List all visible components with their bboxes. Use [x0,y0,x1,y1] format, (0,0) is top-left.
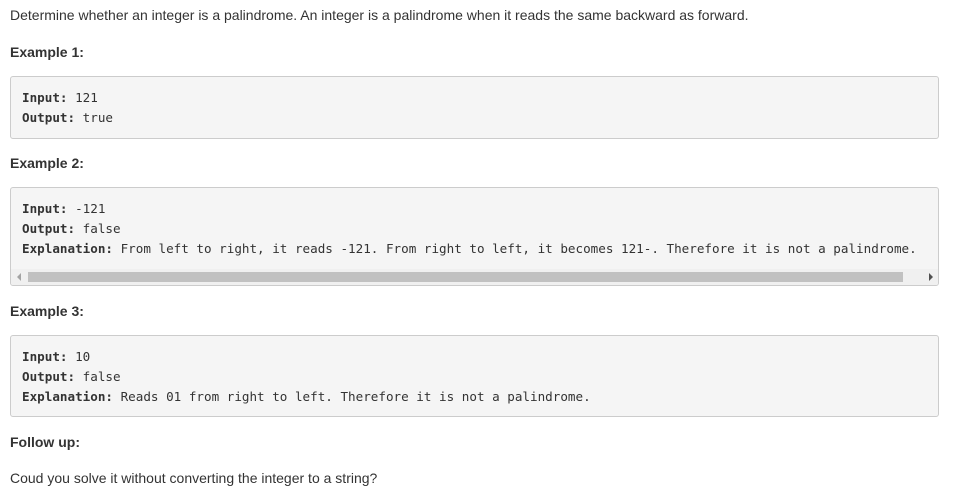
problem-page: Determine whether an integer is a palind… [0,0,954,500]
output-value: false [75,369,121,384]
example-3-code-block: Input: 10 Output: false Explanation: Rea… [10,335,939,417]
example-3-title: Example 3: [10,303,84,319]
input-label: Input: [22,201,68,216]
example-1-code-block: Input: 121 Output: true [10,76,939,139]
example-2-explanation-line: Explanation: From left to right, it read… [22,241,917,257]
followup-text: Coud you solve it without converting the… [10,470,378,486]
explanation-label: Explanation: [22,241,113,256]
explanation-value: From left to right, it reads -121. From … [113,241,917,256]
example-1-output-line: Output: true [22,110,113,126]
input-value: 121 [67,90,98,105]
example-3-explanation-line: Explanation: Reads 01 from right to left… [22,389,591,405]
example-2-code-block[interactable]: Input: -121 Output: false Explanation: F… [10,187,939,286]
horizontal-scrollbar[interactable] [11,269,938,285]
explanation-value: Reads 01 from right to left. Therefore i… [113,389,591,404]
example-3-output-line: Output: false [22,369,121,385]
input-label: Input: [22,349,68,364]
output-label: Output: [22,110,76,125]
scrollbar-thumb[interactable] [28,272,903,282]
scroll-right-arrow-icon[interactable] [929,273,933,281]
output-value: false [75,221,121,236]
explanation-label: Explanation: [22,389,113,404]
input-value: 10 [67,349,91,364]
input-label: Input: [22,90,68,105]
output-value: true [75,110,113,125]
example-2-title: Example 2: [10,155,84,171]
example-2-input-line: Input: -121 [22,201,105,217]
output-label: Output: [22,369,76,384]
scroll-left-arrow-icon[interactable] [17,273,21,281]
example-1-input-line: Input: 121 [22,90,98,106]
followup-title: Follow up: [10,434,80,450]
example-2-output-line: Output: false [22,221,121,237]
input-value: -121 [67,201,106,216]
example-1-title: Example 1: [10,44,84,60]
problem-description: Determine whether an integer is a palind… [10,7,749,23]
output-label: Output: [22,221,76,236]
example-3-input-line: Input: 10 [22,349,90,365]
